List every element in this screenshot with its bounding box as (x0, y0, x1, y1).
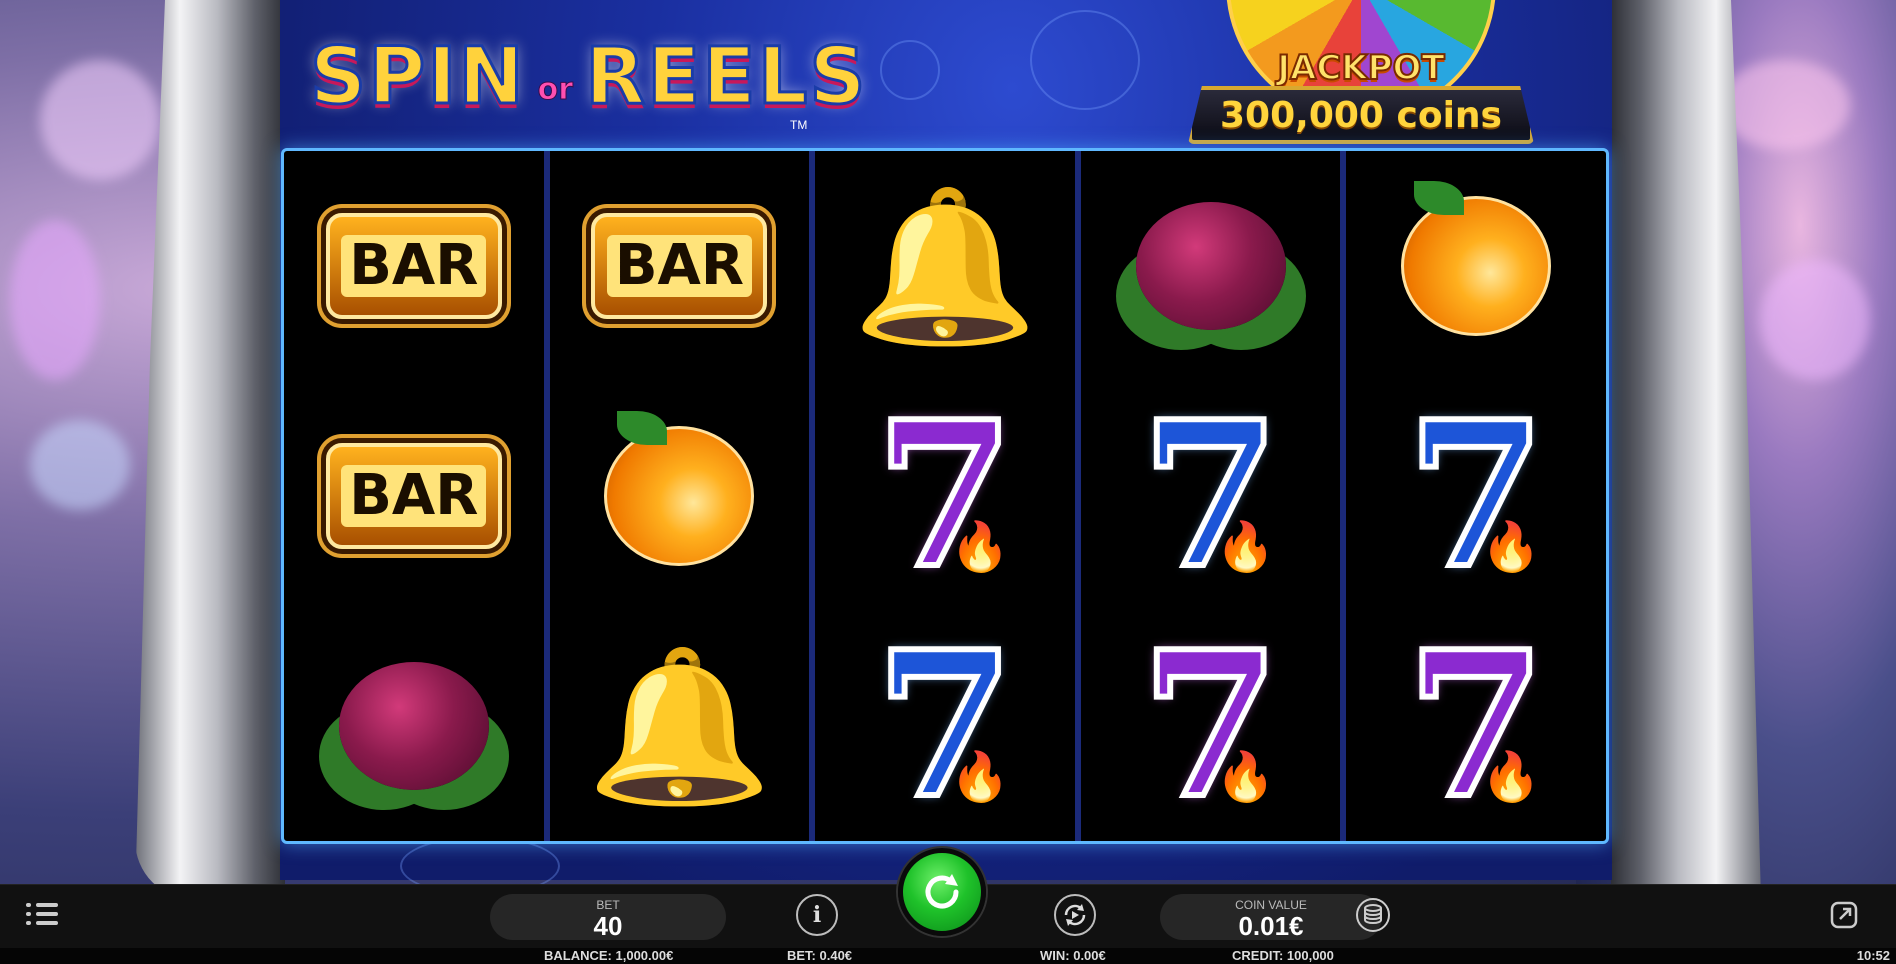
reel-cell: 7 🔥 (1346, 611, 1606, 841)
plum-symbol-icon (338, 662, 489, 790)
seven-blue-symbol-icon: 7 🔥 (1138, 393, 1283, 599)
autoplay-icon (1064, 904, 1086, 926)
clock: 10:52 (1856, 948, 1890, 963)
fullscreen-button[interactable] (1823, 894, 1865, 936)
bet-readout: BET: 0.40€ (787, 948, 853, 963)
spin-button[interactable] (898, 848, 986, 936)
seven-purple-symbol-icon: 7 🔥 (1138, 623, 1283, 829)
flame-icon: 🔥 (950, 520, 1010, 574)
coin-value: 0.01€ (1238, 911, 1304, 941)
background-bokeh (30, 420, 130, 510)
jackpot-display: JACKPOT 300,000 coins (1188, 0, 1534, 148)
background-bokeh (10, 220, 100, 380)
reel-cell: 7 🔥 (1346, 381, 1606, 611)
status-bar: BALANCE: 1,000.00€ BET: 0.40€ WIN: 0.00€… (0, 948, 1896, 964)
background-bokeh (40, 60, 160, 180)
reel-3: 🔔 7 🔥 7 🔥 (809, 151, 1075, 841)
logo-word-spin: SPIN (309, 31, 526, 124)
menu-button[interactable] (26, 896, 58, 932)
reel-cell: 7 🔥 (1081, 611, 1341, 841)
coin-stack-icon (1356, 898, 1390, 932)
bet-label: BET (596, 898, 620, 912)
bubble-decoration (880, 40, 940, 100)
reel-cell: 7 🔥 (1081, 381, 1341, 611)
jackpot-title: JACKPOT (1276, 47, 1445, 89)
seven-purple-symbol-icon: 7 🔥 (1404, 623, 1549, 829)
plum-symbol-icon (1135, 202, 1286, 330)
reel-cell: BAR (284, 151, 544, 381)
flame-icon: 🔥 (1215, 750, 1276, 804)
reel-cell: BAR (284, 381, 544, 611)
autoplay-button[interactable] (1054, 894, 1096, 936)
credit-readout: CREDIT: 100,000 (1232, 948, 1334, 963)
flame-icon: 🔥 (1215, 520, 1276, 574)
trademark-mark: TM (790, 118, 808, 132)
bet-selector[interactable]: BET 40 (490, 894, 726, 940)
jackpot-amount: 300,000 coins (1220, 94, 1502, 136)
info-button[interactable]: i (796, 894, 838, 936)
reel-4: 7 🔥 7 🔥 (1074, 151, 1341, 841)
reel-cell (1081, 151, 1341, 381)
bell-symbol-icon: 🔔 (586, 642, 773, 810)
reel-cell: 🔔 (550, 611, 810, 841)
spin-arrow-icon (925, 874, 959, 909)
flame-icon: 🔥 (1481, 520, 1542, 574)
bet-value: 40 (593, 911, 623, 941)
reel-cell: 7 🔥 (815, 381, 1075, 611)
orange-symbol-icon (1401, 181, 1552, 336)
reel-grid: BAR BAR BAR 🔔 🔔 7 🔥 7 🔥 7 🔥 7 🔥 7 🔥 7 🔥 (281, 148, 1609, 844)
bar-symbol-icon: BAR (591, 213, 768, 319)
external-link-icon (1830, 901, 1858, 929)
reel-cell: BAR (550, 151, 810, 381)
balance-readout: BALANCE: 1,000.00€ (544, 948, 674, 963)
menu-list-icon (26, 896, 58, 932)
reel-cell (284, 611, 544, 841)
seven-blue-symbol-icon: 7 🔥 (1404, 393, 1549, 599)
jackpot-plate: 300,000 coins (1188, 86, 1534, 144)
bar-symbol-label: BAR (341, 465, 487, 527)
flame-icon: 🔥 (950, 750, 1010, 804)
coins-button[interactable] (1352, 894, 1394, 936)
logo-word-reels: REELS (584, 31, 868, 124)
background-bokeh (1720, 60, 1850, 150)
win-readout: WIN: 0.00€ (1040, 948, 1106, 963)
coin-value-selector[interactable]: COIN VALUE 0.01€ (1160, 894, 1382, 940)
reel-cell: 🔔 (815, 151, 1075, 381)
orange-symbol-icon (604, 411, 755, 566)
bar-symbol-icon: BAR (325, 443, 502, 549)
bubble-decoration (1030, 10, 1140, 110)
bar-symbol-icon: BAR (325, 213, 502, 319)
reel-cell (550, 381, 810, 611)
reel-5: 7 🔥 7 🔥 (1340, 151, 1606, 841)
reel-cell: 7 🔥 (815, 611, 1075, 841)
seven-purple-symbol-icon: 7 🔥 (872, 393, 1017, 599)
info-icon: i (812, 902, 822, 928)
bar-symbol-label: BAR (341, 235, 487, 297)
bar-symbol-label: BAR (606, 235, 752, 297)
reel-2: BAR 🔔 (543, 151, 810, 841)
flame-icon: 🔥 (1481, 750, 1542, 804)
coin-value-label: COIN VALUE (1235, 898, 1307, 912)
background-bokeh (1760, 260, 1870, 380)
reel-cell (1346, 151, 1606, 381)
logo-word-or: or (537, 71, 574, 107)
game-logo: SPIN or REELS TM (309, 22, 868, 133)
reel-1: BAR BAR (284, 151, 544, 841)
seven-blue-symbol-icon: 7 🔥 (872, 623, 1017, 829)
bell-symbol-icon: 🔔 (851, 182, 1039, 350)
